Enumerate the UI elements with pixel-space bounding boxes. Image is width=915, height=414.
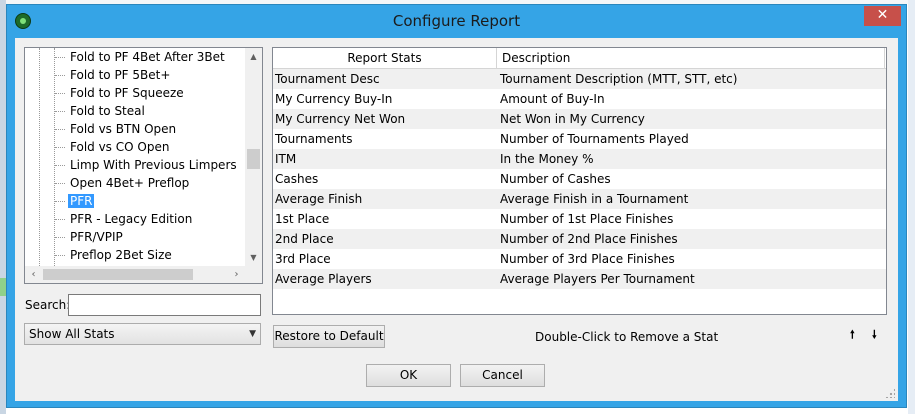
tree-item[interactable]: Fold to Steal <box>55 102 147 120</box>
stat-description-cell: Number of 3rd Place Finishes <box>500 252 675 266</box>
stat-description-cell: Amount of Buy-In <box>500 92 605 106</box>
stat-name-cell: ITM <box>275 152 297 166</box>
stat-name-cell: Cashes <box>275 172 319 186</box>
cancel-button[interactable]: Cancel <box>460 364 545 387</box>
restore-default-button[interactable]: Restore to Default <box>273 325 385 348</box>
tree-item-label: Fold to PF 4Bet After 3Bet <box>70 50 225 64</box>
stat-description-cell: Number of 1st Place Finishes <box>500 212 674 226</box>
scroll-right-arrow-icon[interactable]: › <box>228 266 245 283</box>
tree-item[interactable]: Fold vs BTN Open <box>55 120 178 138</box>
stat-name-cell: My Currency Net Won <box>275 112 406 126</box>
tree-item-label: Fold to PF Squeeze <box>70 86 184 100</box>
tree-item[interactable]: Fold vs CO Open <box>55 138 171 156</box>
chevron-down-icon: ▼ <box>249 329 256 339</box>
stat-name-cell: Tournaments <box>275 132 353 146</box>
table-row[interactable]: My Currency Net Won Net Won in My Currenc… <box>273 109 886 129</box>
tree-item-label: PFR - Legacy Edition <box>70 212 193 226</box>
stat-name-cell: Average Finish <box>275 192 363 206</box>
tree-item-label: Open 4Bet+ Preflop <box>70 176 190 190</box>
title-bar[interactable]: Configure Report ✕ <box>7 5 906 38</box>
tree-item-label: PFR/VPIP <box>70 230 123 244</box>
background-app-right-edge <box>908 0 915 414</box>
tree-item[interactable]: Fold to PF Squeeze <box>55 84 186 102</box>
stat-description-cell: Number of Tournaments Played <box>500 132 689 146</box>
stat-description-cell: Average Players Per Tournament <box>500 272 695 286</box>
tree-horizontal-scroll-thumb[interactable] <box>43 269 193 280</box>
stat-name-cell: 3rd Place <box>275 252 331 266</box>
stat-description-cell: Average Finish in a Tournament <box>500 192 689 206</box>
resize-grip-icon[interactable] <box>885 388 895 398</box>
table-row[interactable]: My Currency Buy-In Amount of Buy-In <box>273 89 886 109</box>
tree-item[interactable]: Limp With Previous Limpers <box>55 156 239 174</box>
tree-vertical-scrollbar[interactable]: ▲ ▼ <box>245 48 262 266</box>
scroll-up-arrow-icon[interactable]: ▲ <box>245 48 262 65</box>
stat-description-cell: Number of 2nd Place Finishes <box>500 232 678 246</box>
stats-filter-value: Show All Stats <box>29 327 115 341</box>
close-button[interactable]: ✕ <box>864 6 901 26</box>
tree-item-label: Fold to Steal <box>70 104 145 118</box>
stats-filter-select[interactable]: Show All Stats ▼ <box>24 323 261 345</box>
stat-description-cell: In the Money % <box>500 152 594 166</box>
stat-description-cell: Net Won in My Currency <box>500 112 645 126</box>
tree-item[interactable]: PFR/VPIP <box>55 228 125 246</box>
table-row[interactable]: Average Players Average Players Per Tourn… <box>273 269 886 289</box>
table-row[interactable]: 2nd Place Number of 2nd Place Finishes <box>273 229 886 249</box>
report-stats-table[interactable]: Report Stats Description Tournament Desc… <box>272 47 887 315</box>
tree-item[interactable]: Fold to PF 5Bet+ <box>55 66 172 84</box>
remove-stat-hint: Double-Click to Remove a Stat <box>535 330 719 344</box>
table-header: Report Stats Description <box>273 48 886 69</box>
ok-button[interactable]: OK <box>366 364 451 387</box>
search-label: Search: <box>25 298 71 312</box>
tree-item-label: Fold to PF 5Bet+ <box>70 68 171 82</box>
table-row[interactable]: ITM In the Money % <box>273 149 886 169</box>
stats-tree-items: Fold to PF 4Bet After 3Bet Fold to PF 5Be… <box>25 48 245 266</box>
column-header-description[interactable]: Description <box>497 48 885 68</box>
table-row[interactable]: Tournaments Number of Tournaments Played <box>273 129 886 149</box>
stat-name-cell: Average Players <box>275 272 372 286</box>
stat-name-cell: Tournament Desc <box>275 72 380 86</box>
scroll-left-arrow-icon[interactable]: ‹ <box>25 266 42 283</box>
tree-item[interactable]: Preflop 2Bet Size <box>55 246 174 264</box>
move-down-arrow-icon[interactable]: 🠗 <box>872 326 877 345</box>
table-row[interactable]: Tournament Desc Tournament Description (M… <box>273 69 886 89</box>
table-row[interactable]: Cashes Number of Cashes <box>273 169 886 189</box>
stat-description-cell: Number of Cashes <box>500 172 611 186</box>
dialog-title: Configure Report <box>392 12 521 30</box>
tree-item-label: Fold vs BTN Open <box>70 122 177 136</box>
scroll-down-arrow-icon[interactable]: ▼ <box>245 249 262 266</box>
tree-item[interactable]: Open 4Bet+ Preflop <box>55 174 191 192</box>
tree-item-label: PFR <box>68 194 95 208</box>
search-input[interactable] <box>68 294 261 316</box>
scrollbar-corner <box>245 266 262 283</box>
column-header-report-stats[interactable]: Report Stats <box>273 48 497 68</box>
table-row[interactable]: 3rd Place Number of 3rd Place Finishes <box>273 249 886 269</box>
tree-item[interactable]: PFR <box>55 192 95 210</box>
stat-name-cell: 2nd Place <box>275 232 334 246</box>
tree-guide-line <box>39 48 40 266</box>
tree-item-label: Preflop 2Bet Size <box>70 248 172 262</box>
table-row[interactable]: 1st Place Number of 1st Place Finishes <box>273 209 886 229</box>
tree-horizontal-scrollbar[interactable]: ‹ › <box>25 266 245 283</box>
tree-vertical-scroll-thumb[interactable] <box>247 149 260 169</box>
stats-tree[interactable]: Fold to PF 4Bet After 3Bet Fold to PF 5Be… <box>24 47 263 284</box>
stat-name-cell: My Currency Buy-In <box>275 92 393 106</box>
dialog-client-area: Fold to PF 4Bet After 3Bet Fold to PF 5Be… <box>15 38 898 401</box>
tree-item-label: Limp With Previous Limpers <box>70 158 237 172</box>
tree-item[interactable]: PFR - Legacy Edition <box>55 210 194 228</box>
tree-item-label: Fold vs CO Open <box>70 140 170 154</box>
table-row[interactable]: Average Finish Average Finish in a Tourna… <box>273 189 886 209</box>
stat-description-cell: Tournament Description (MTT, STT, etc) <box>500 72 738 86</box>
move-up-arrow-icon[interactable]: 🠕 <box>850 326 855 345</box>
configure-report-dialog: Configure Report ✕ Fold to PF 4Bet After… <box>6 4 907 408</box>
stat-name-cell: 1st Place <box>275 212 330 226</box>
tree-item[interactable]: Fold to PF 4Bet After 3Bet <box>55 48 227 66</box>
